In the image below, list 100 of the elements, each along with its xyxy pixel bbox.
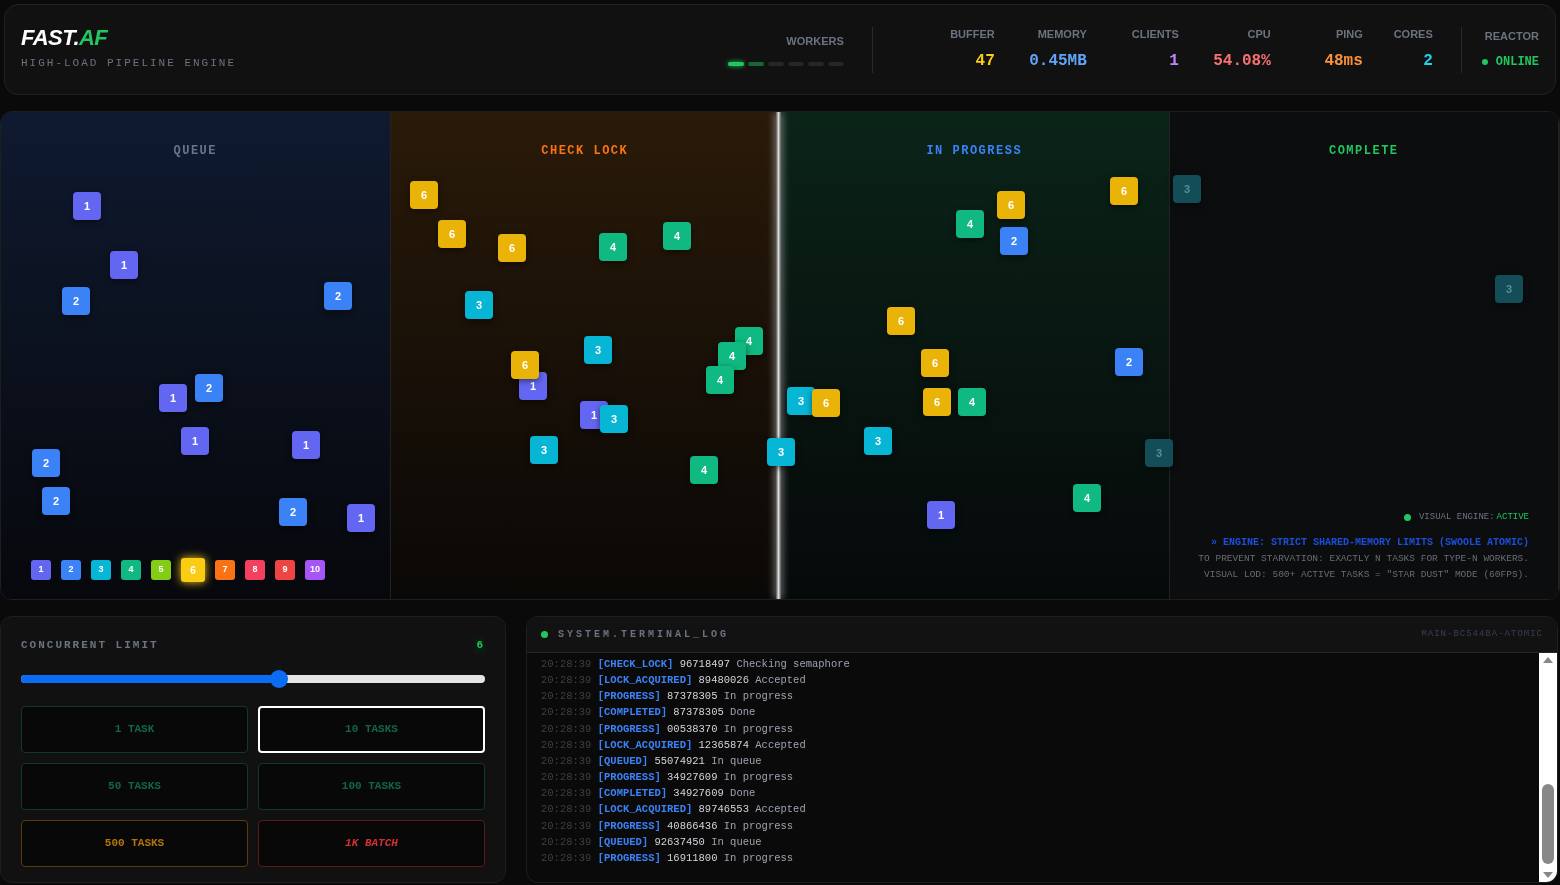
task-chip: 4 bbox=[706, 366, 734, 394]
stat-label: CLIENTS bbox=[1131, 27, 1179, 43]
task-chip: 3 bbox=[864, 427, 892, 455]
task-chip: 3 bbox=[767, 438, 795, 466]
task-chip: 4 bbox=[663, 222, 691, 250]
task-chip: 3 bbox=[530, 436, 558, 464]
log-line: 20:28:39 [PROGRESS] 16911800 In progress bbox=[541, 850, 795, 866]
limit-slider[interactable] bbox=[21, 669, 485, 688]
type-chip[interactable]: 3 bbox=[91, 560, 111, 580]
stat-label: PING bbox=[1335, 27, 1363, 43]
stat-label: BUFFER bbox=[950, 27, 995, 43]
stat-value: 1 bbox=[1169, 50, 1179, 72]
scroll-thumb[interactable] bbox=[1542, 784, 1554, 864]
type-chip[interactable]: 6 bbox=[181, 558, 205, 582]
batch-button[interactable]: 500 TASKS bbox=[21, 819, 248, 867]
slider-thumb[interactable] bbox=[269, 669, 288, 688]
lane-title: IN PROGRESS bbox=[925, 143, 1024, 160]
type-chip[interactable]: 5 bbox=[151, 560, 171, 580]
type-chip[interactable]: 8 bbox=[245, 560, 265, 580]
task-chip: 6 bbox=[511, 351, 539, 379]
task-chip: 4 bbox=[690, 456, 718, 484]
log-line: 20:28:39 [PROGRESS] 00538370 In progress bbox=[541, 721, 795, 737]
stat-value: 0.45MB bbox=[1029, 50, 1087, 72]
task-chip: 1 bbox=[73, 192, 101, 220]
task-chip: 6 bbox=[921, 349, 949, 377]
task-chip: 3 bbox=[465, 291, 493, 319]
reactor-status: ONLINE bbox=[1495, 53, 1539, 71]
type-chip[interactable]: 7 bbox=[215, 560, 235, 580]
panel-title: CONCURRENT LIMIT bbox=[21, 638, 159, 653]
log-line: 20:28:39 [PROGRESS] 87378305 In progress bbox=[541, 689, 795, 705]
task-chip: 6 bbox=[923, 388, 951, 416]
task-chip: 2 bbox=[42, 487, 70, 515]
log-line: 20:28:39 [QUEUED] 92637450 In queue bbox=[541, 834, 763, 850]
task-chip: 4 bbox=[958, 388, 986, 416]
stat-value: 47 bbox=[975, 50, 995, 72]
type-chip[interactable]: 9 bbox=[275, 560, 295, 580]
lane-title: COMPLETE bbox=[1327, 143, 1400, 160]
stat-value: 2 bbox=[1423, 50, 1433, 72]
type-chip[interactable]: 4 bbox=[121, 560, 141, 580]
session-id: MAIN-BC544BA-ATOMIC bbox=[1421, 627, 1543, 641]
log-line: 20:28:39 [QUEUED] 55074921 In queue bbox=[541, 753, 763, 769]
batch-button[interactable]: 1 TASK bbox=[21, 705, 248, 753]
lane-title: QUEUE bbox=[172, 143, 218, 160]
stat-value: 54.08% bbox=[1213, 50, 1271, 72]
stat-label: CORES bbox=[1393, 27, 1433, 43]
log-line: 20:28:39 [LOCK_ACQUIRED] 89746553 Accepted bbox=[541, 802, 807, 818]
task-chip: 2 bbox=[279, 498, 307, 526]
task-chip: 2 bbox=[32, 449, 60, 477]
scroll-up-icon[interactable] bbox=[1543, 657, 1553, 663]
task-chip: 3 bbox=[787, 387, 815, 415]
type-chip[interactable]: 1 bbox=[31, 560, 51, 580]
task-chip: 2 bbox=[195, 374, 223, 402]
batch-button[interactable]: 10 TASKS bbox=[258, 705, 485, 753]
batch-button[interactable]: 1K BATCH bbox=[258, 819, 485, 867]
subtitle: HIGH-LOAD PIPELINE ENGINE bbox=[21, 56, 237, 72]
scrollbar[interactable] bbox=[1539, 653, 1557, 882]
engine-note: TO PREVENT STARVATION: EXACTLY N TASKS FOR TYPE-N WORKERS. bbox=[1198, 551, 1529, 566]
task-chip: 3 bbox=[584, 336, 612, 364]
task-chip: 6 bbox=[438, 220, 466, 248]
task-chip: 1 bbox=[159, 384, 187, 412]
log-line: 20:28:39 [COMPLETED] 34927609 Done bbox=[541, 786, 757, 802]
lane-title: CHECK LOCK bbox=[540, 143, 630, 160]
stat-label: CPU bbox=[1247, 27, 1271, 43]
stat-label: MEMORY bbox=[1037, 27, 1087, 43]
logo: FAST.AF bbox=[21, 27, 109, 50]
task-chip: 1 bbox=[110, 251, 138, 279]
type-chip[interactable]: 10 bbox=[305, 560, 325, 580]
task-chip: 1 bbox=[292, 431, 320, 459]
task-chip: 2 bbox=[62, 287, 90, 315]
log-line: 20:28:39 [CHECK_LOCK] 96718497 Checking semaphore bbox=[541, 657, 851, 672]
scroll-down-icon[interactable] bbox=[1543, 872, 1553, 878]
task-chip: 4 bbox=[956, 210, 984, 238]
type-chip[interactable]: 2 bbox=[61, 560, 81, 580]
task-chip: 2 bbox=[1115, 348, 1143, 376]
limit-value: 6 bbox=[474, 637, 485, 654]
task-chip: 6 bbox=[812, 389, 840, 417]
task-chip: 6 bbox=[410, 181, 438, 209]
task-chip: 4 bbox=[599, 233, 627, 261]
stat-label: WORKERS bbox=[786, 34, 844, 50]
task-chip: 6 bbox=[997, 191, 1025, 219]
task-chip: 4 bbox=[1073, 484, 1101, 512]
task-chip: 1 bbox=[181, 427, 209, 455]
log-line: 20:28:39 [COMPLETED] 87378305 Done bbox=[541, 705, 757, 721]
terminal-title: SYSTEM.TERMINAL_LOG bbox=[558, 628, 730, 642]
task-chip: 1 bbox=[347, 504, 375, 532]
stat-label: REACTOR bbox=[1484, 29, 1539, 45]
engine-note: » ENGINE: STRICT SHARED-MEMORY LIMITS (SWOOLE ATOMIC) bbox=[1210, 535, 1529, 550]
task-chip: 2 bbox=[324, 282, 352, 310]
engine-label: VISUAL ENGINE: bbox=[1418, 511, 1495, 524]
task-chip: 1 bbox=[927, 501, 955, 529]
batch-button[interactable]: 100 TASKS bbox=[258, 762, 485, 810]
task-chip: 2 bbox=[1000, 227, 1028, 255]
engine-note: VISUAL LOD: 500+ ACTIVE TASKS = "STAR DUST" MODE (60FPS). bbox=[1204, 567, 1529, 582]
task-chip: 3 bbox=[1495, 275, 1523, 303]
task-chip: 3 bbox=[1173, 175, 1201, 203]
log-line: 20:28:39 [LOCK_ACQUIRED] 89480026 Accepted bbox=[541, 673, 807, 689]
task-chip: 6 bbox=[887, 307, 915, 335]
log-line: 20:28:39 [PROGRESS] 40866436 In progress bbox=[541, 818, 795, 834]
log-line: 20:28:39 [LOCK_ACQUIRED] 12365874 Accepted bbox=[541, 737, 807, 753]
batch-button[interactable]: 50 TASKS bbox=[21, 762, 248, 810]
